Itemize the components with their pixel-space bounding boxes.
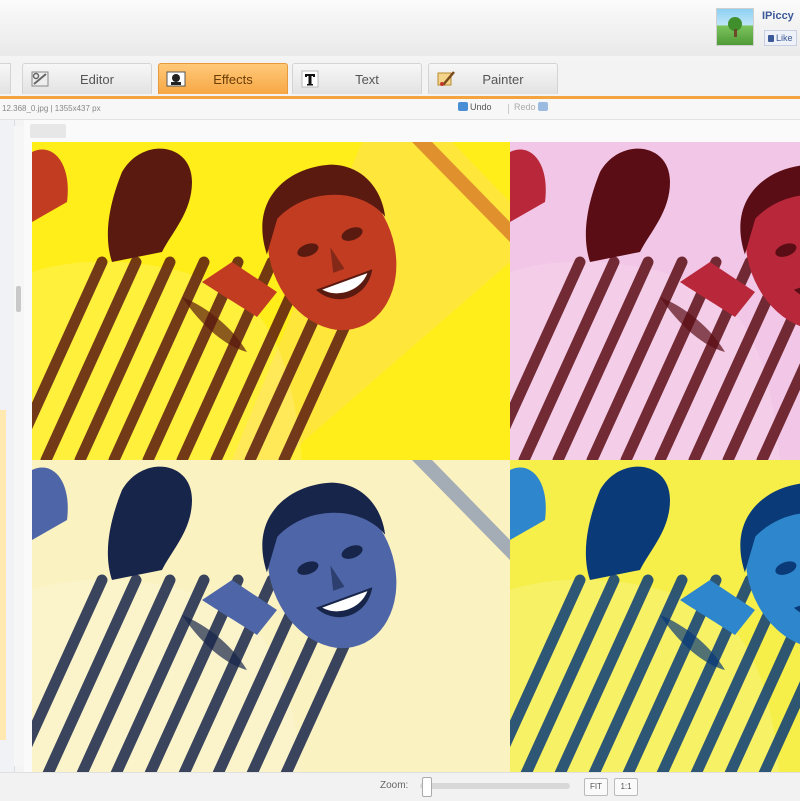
zoom-fit-button[interactable]: FIT [584,778,608,796]
thumbs-up-icon [768,35,774,42]
scrollbar-thumb[interactable] [16,286,21,312]
pop-art-panel-bottom-right [510,460,800,778]
site-logo[interactable] [716,8,754,46]
tab-effects-label: Effects [213,72,253,87]
canvas-mini-handle[interactable] [30,124,66,138]
redo-icon [537,102,548,111]
like-button[interactable]: Like [764,30,797,46]
zoom-actual-size-button[interactable]: 1:1 [614,778,638,796]
pop-art-image [32,460,510,778]
logo-trunk [734,29,737,37]
pop-art-panel-top-right [510,142,800,460]
tab-effects[interactable]: Effects [158,63,288,94]
left-panel-accent [0,410,6,740]
tab-left-stub [0,63,11,94]
zoom-slider-handle[interactable] [422,777,432,797]
redo-label: Redo [514,102,536,112]
tab-text-label: Text [355,72,379,87]
site-name[interactable]: IPiccy [762,10,794,22]
pop-art-image [32,142,510,460]
redo-button[interactable]: Redo [514,102,550,112]
tab-editor[interactable]: Editor [22,63,152,94]
file-info: 12.368_0.jpg | 1355x437 px [2,104,101,113]
tab-editor-label: Editor [80,72,114,87]
undo-button[interactable]: Undo [456,102,492,112]
vertical-scrollbar[interactable] [14,126,24,766]
tab-bar: Editor Effects Text Painter [0,60,800,99]
left-panel [0,120,15,800]
toolbar-divider [508,104,509,114]
undo-icon [458,102,468,111]
tab-painter-label: Painter [482,72,524,87]
info-bar: 12.368_0.jpg | 1355x437 px Undo Redo [0,99,800,120]
zoom-label: Zoom: [380,780,409,791]
like-label: Like [776,33,793,43]
zoom-bar: Zoom: FIT 1:1 [0,772,800,801]
app-header: IPiccy Like [0,0,800,56]
pop-art-panel-bottom-left [32,460,510,778]
pop-art-panel-top-left [32,142,510,460]
pop-art-image [510,142,800,460]
tab-text[interactable]: Text [292,63,422,94]
undo-label: Undo [470,102,492,112]
tab-painter[interactable]: Painter [428,63,558,94]
zoom-slider-track[interactable] [420,783,570,789]
pop-art-image [510,460,800,778]
